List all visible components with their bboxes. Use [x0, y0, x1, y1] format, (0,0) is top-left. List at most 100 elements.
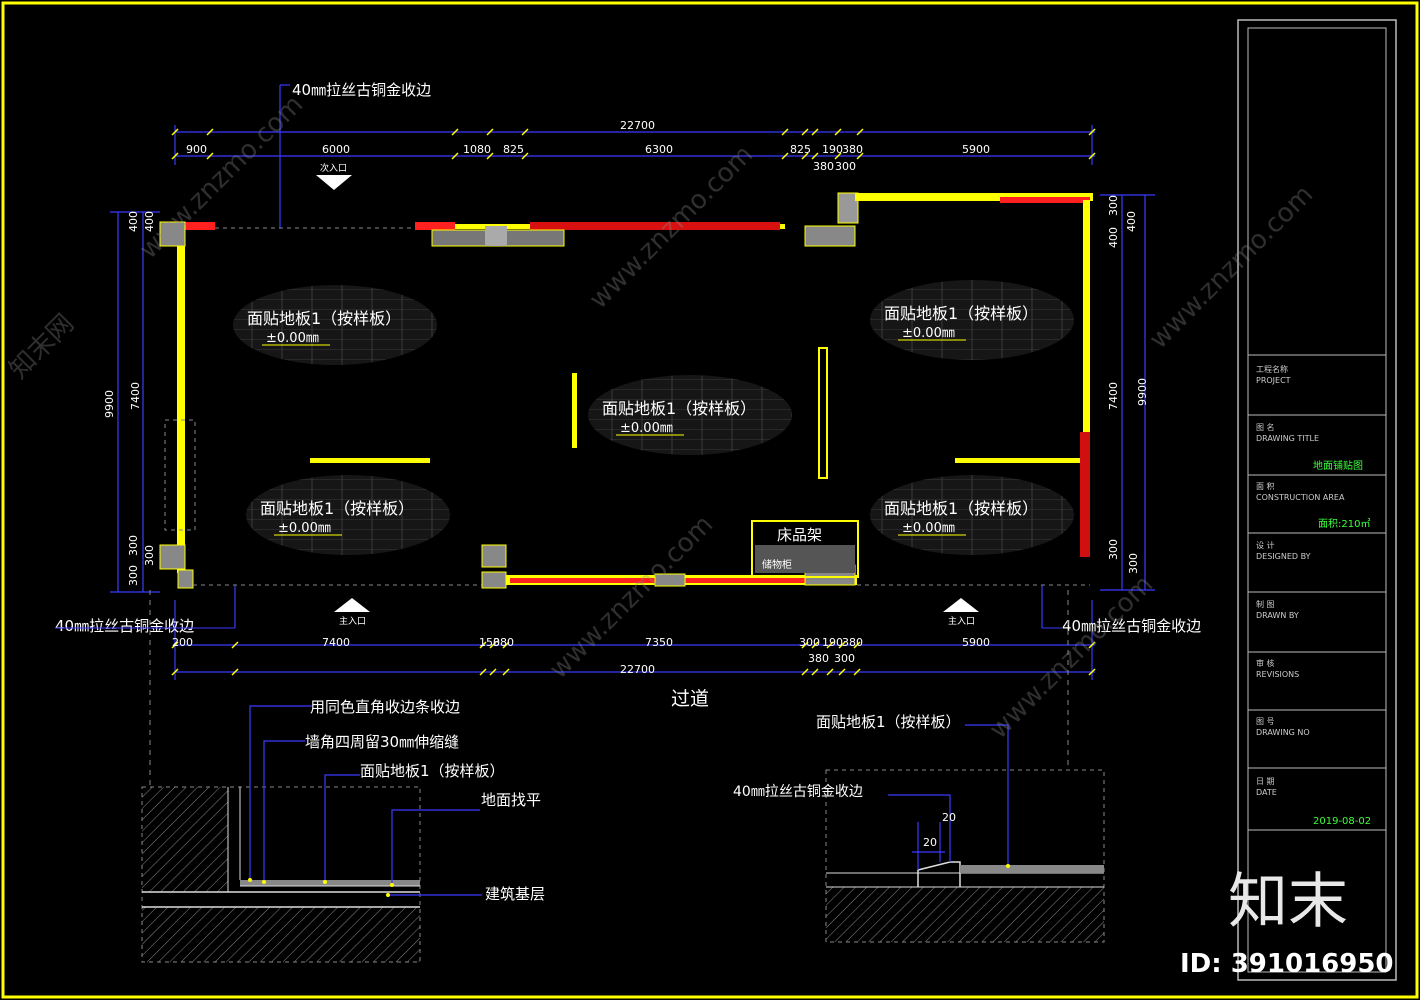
dim-top-1: 900 [186, 143, 207, 156]
watermark-site: www.znzmo.com [134, 90, 309, 265]
right-detail-dim-a: 20 [942, 811, 956, 824]
title-block: 工程名称 PROJECT 图 名 DRAWING TITLE 地面铺贴图 面 积… [1237, 19, 1397, 981]
tb-title-cn: 图 名 [1256, 422, 1275, 432]
floor-level-1: ±0.00㎜ [266, 331, 319, 346]
dim-top-4: 825 [503, 143, 524, 156]
dim-left-3: 9900 [103, 390, 116, 418]
left-detail-note-3: 面贴地板1（按样板） [360, 762, 505, 780]
tb-review-en: REVISIONS [1256, 670, 1299, 679]
right-detail-note-2: 40㎜拉丝古铜金收边 [733, 784, 863, 800]
floor-label-3: 面贴地板1（按样板） [884, 304, 1038, 323]
storage-cabinet-label: 储物柜 [762, 558, 792, 571]
tb-date-en: DATE [1256, 788, 1277, 797]
tb-title-value: 地面铺贴图 [1313, 459, 1363, 472]
watermark-logo: 知末 [1228, 867, 1348, 937]
tb-date-value: 2019-08-02 [1313, 816, 1371, 827]
secondary-entrance-marker: 次入口 [316, 162, 352, 190]
watermark-site: www.znzmo.com [544, 510, 719, 685]
tb-review-cn: 审 核 [1256, 658, 1275, 668]
dim-top-3: 1080 [463, 143, 491, 156]
dim-top-8: 380 [842, 143, 863, 156]
tb-drawn-cn: 制 图 [1256, 599, 1275, 609]
tb-area-en: CONSTRUCTION AREA [1256, 493, 1345, 502]
main-entrance-right: 主入口 [943, 598, 979, 627]
floor-tag-4: 面贴地板1（按样板） ±0.00㎜ [246, 475, 450, 555]
left-detail-note-5: 建筑基层 [485, 885, 545, 903]
dim-bottom-total: 22700 [620, 663, 655, 676]
floor-tag-2: 面贴地板1（按样板） ±0.00㎜ [588, 375, 792, 455]
dim-top-2: 6000 [322, 143, 350, 156]
dim-bottom-7: 190 [822, 636, 843, 649]
dim-left-6: 300 [143, 545, 156, 566]
corridor-label: 过道 [671, 688, 709, 710]
dim-bottom-5: 7350 [645, 636, 673, 649]
tb-no-cn: 图 号 [1256, 717, 1275, 726]
dim-bottom-1: 200 [172, 636, 193, 649]
left-detail-note-4: 地面找平 [481, 791, 541, 809]
floor-tag-5: 面贴地板1（按样板） ±0.00㎜ [870, 475, 1074, 555]
dim-left-7: 300 [127, 565, 140, 586]
floor-tag-3: 面贴地板1（按样板） ±0.00㎜ [870, 280, 1074, 360]
tb-area-cn: 面 积 [1256, 481, 1275, 491]
tb-project-en: PROJECT [1256, 376, 1291, 385]
floor-plan-drawing: 工程名称 PROJECT 图 名 DRAWING TITLE 地面铺贴图 面 积… [1, 1, 1419, 999]
watermark-id: ID: 391016950 [1180, 949, 1394, 979]
watermark-site: www.znzmo.com [984, 570, 1159, 745]
right-detail-note-1: 面贴地板1（按样板） [816, 713, 961, 731]
floor-label-2: 面贴地板1（按样板） [602, 399, 756, 418]
dim-top-5: 6300 [645, 143, 673, 156]
floor-tag-1: 面贴地板1（按样板） ±0.00㎜ [233, 285, 437, 365]
floor-level-4: ±0.00㎜ [278, 521, 331, 536]
dim-bottom-11: 5900 [962, 636, 990, 649]
tb-drawn-en: DRAWN BY [1256, 611, 1299, 620]
floor-level-2: ±0.00㎜ [620, 421, 673, 436]
dim-top-11: 5900 [962, 143, 990, 156]
secondary-entrance-label: 次入口 [320, 162, 347, 174]
tb-date-cn: 日 期 [1256, 777, 1275, 786]
main-entrance-label-right: 主入口 [948, 615, 975, 627]
right-detail-dim-b: 20 [923, 836, 937, 849]
floor-label-4: 面贴地板1（按样板） [260, 499, 414, 518]
dim-left-4: 7400 [129, 382, 142, 410]
dim-right-5: 9900 [1136, 378, 1149, 406]
edge-trim-note-left: 40㎜拉丝古铜金收边 [55, 617, 194, 635]
left-detail-note-2: 墙角四周留30㎜伸缩缝 [305, 733, 459, 751]
tb-area-value: 面积:210㎡ [1318, 518, 1370, 530]
dim-right-2: 400 [1125, 211, 1138, 232]
dim-right-6: 300 [1107, 539, 1120, 560]
floor-label-1: 面贴地板1（按样板） [247, 309, 401, 328]
dim-left-5: 300 [127, 535, 140, 556]
floor-label-5: 面贴地板1（按样板） [884, 499, 1038, 518]
dim-top-7: 190 [822, 143, 843, 156]
dim-right-4: 7400 [1107, 382, 1120, 410]
dim-bottom-10: 300 [834, 652, 855, 665]
floor-level-5: ±0.00㎜ [902, 521, 955, 536]
right-section-detail [825, 724, 1105, 943]
dim-left-1: 400 [127, 211, 140, 232]
dim-bottom-9: 380 [808, 652, 829, 665]
tb-title-en: DRAWING TITLE [1256, 434, 1319, 443]
dim-top-total: 22700 [620, 119, 655, 132]
dim-top-6: 825 [790, 143, 811, 156]
main-entrance-left: 主入口 [334, 598, 370, 627]
watermark-site: www.znzmo.com [1144, 180, 1319, 355]
tb-designer-cn: 设 计 [1256, 540, 1275, 550]
dim-right-3: 400 [1107, 227, 1120, 248]
dim-bottom-6: 300 [799, 636, 820, 649]
dim-bottom-2: 7400 [322, 636, 350, 649]
watermark-site-cn: 知末网 [4, 309, 80, 385]
dim-right-1: 300 [1107, 195, 1120, 216]
wall-hatch-red [415, 222, 455, 230]
edge-trim-note-top: 40㎜拉丝古铜金收边 [292, 81, 431, 99]
dim-bottom-8: 380 [842, 636, 863, 649]
dim-top-9: 380 [813, 160, 834, 173]
tb-designer-en: DESIGNED BY [1256, 552, 1311, 561]
main-entrance-label-left: 主入口 [339, 615, 366, 627]
tb-no-en: DRAWING NO [1256, 728, 1310, 737]
left-detail-note-1: 用同色直角收边条收边 [310, 698, 460, 716]
floor-level-3: ±0.00㎜ [902, 326, 955, 341]
bed-rack-label: 床品架 [777, 526, 822, 544]
dim-top-10: 300 [835, 160, 856, 173]
tb-project-cn: 工程名称 [1256, 364, 1288, 374]
dim-bottom-4: 380 [493, 636, 514, 649]
